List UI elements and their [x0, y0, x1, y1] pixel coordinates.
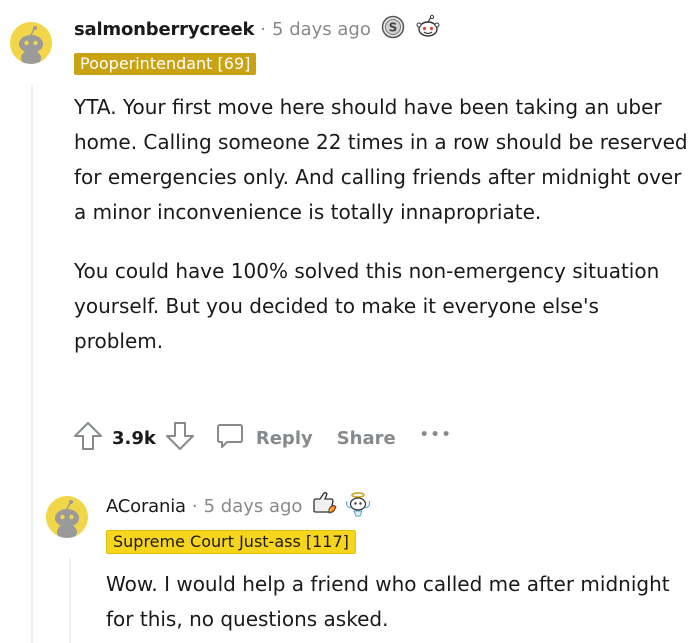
- username[interactable]: salmonberrycreek: [74, 19, 254, 40]
- share-button[interactable]: Share: [337, 428, 396, 449]
- comment-body: Wow. I would help a friend who called me…: [106, 567, 686, 637]
- separator: ·: [260, 18, 267, 40]
- reply-label: Reply: [255, 428, 313, 449]
- svg-text:S: S: [389, 21, 398, 35]
- user-flair: Supreme Court Just-ass [117]: [106, 530, 356, 554]
- avatar[interactable]: [10, 22, 52, 64]
- downvote-icon[interactable]: [164, 420, 196, 457]
- timestamp[interactable]: 5 days ago: [204, 496, 303, 517]
- vote-score: 3.9k: [112, 428, 156, 449]
- comment-meta: ACorania · 5 days ago: [106, 491, 372, 521]
- timestamp[interactable]: 5 days ago: [272, 19, 371, 40]
- comment-paragraph: Wow. I would help a friend who called me…: [106, 572, 670, 631]
- thread-line[interactable]: [31, 85, 33, 643]
- comment-paragraph: YTA. Your first move here should have be…: [74, 95, 688, 224]
- reply-button[interactable]: Reply: [214, 420, 313, 457]
- comment-body: YTA. Your first move here should have be…: [74, 90, 694, 359]
- wholesome-snoo-award-icon[interactable]: [415, 14, 441, 44]
- comment-bubble-icon: [214, 420, 246, 457]
- separator: ·: [191, 495, 198, 517]
- helpful-hand-award-icon[interactable]: [310, 491, 338, 521]
- upvote-icon[interactable]: [72, 420, 104, 457]
- angel-award-icon[interactable]: [344, 491, 372, 521]
- comment-meta: salmonberrycreek · 5 days ago S: [74, 14, 441, 44]
- user-flair: Pooperintendant [69]: [74, 53, 257, 75]
- comment-actions: 3.9k Reply Share •••: [72, 420, 453, 457]
- comment-paragraph: You could have 100% solved this non-emer…: [74, 259, 660, 353]
- thread-line-nested[interactable]: [69, 558, 71, 643]
- silver-coin-award-icon[interactable]: S: [381, 15, 405, 43]
- username[interactable]: ACorania: [106, 496, 186, 517]
- more-options-icon[interactable]: •••: [420, 427, 453, 443]
- avatar[interactable]: [46, 496, 88, 538]
